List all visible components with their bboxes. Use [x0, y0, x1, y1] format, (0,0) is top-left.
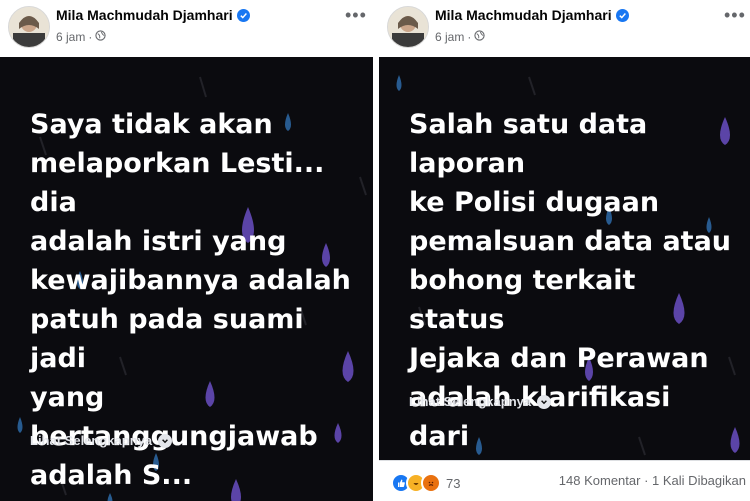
- reactions-summary[interactable]: 73: [391, 473, 460, 493]
- post-meta: 6 jam ·: [435, 30, 485, 44]
- meta-separator: ·: [467, 30, 472, 44]
- chevron-down-icon[interactable]: [537, 394, 552, 409]
- more-options-icon[interactable]: •••: [724, 6, 746, 24]
- post-meta: 6 jam ·: [56, 30, 106, 44]
- shares-count[interactable]: 1 Kali Dibagikan: [652, 473, 746, 488]
- reaction-count[interactable]: 73: [446, 476, 460, 491]
- more-options-icon[interactable]: •••: [345, 6, 367, 24]
- author-name[interactable]: Mila Machmudah Djamhari: [56, 7, 250, 23]
- post-card-left: Mila Machmudah Djamhari 6 jam · ••• Saya…: [0, 0, 373, 501]
- see-more-link[interactable]: Lihat Selengkapnya: [30, 433, 173, 448]
- post-background: Salah satu data laporan ke Polisi dugaan…: [379, 57, 750, 460]
- see-more-label[interactable]: Lihat Selengkapnya: [409, 394, 531, 409]
- angry-icon: [421, 473, 441, 493]
- globe-icon: [95, 30, 106, 44]
- engagement-stats: 148 Komentar · 1 Kali Dibagikan: [559, 473, 746, 488]
- author-name[interactable]: Mila Machmudah Djamhari: [435, 7, 629, 23]
- author-name-text[interactable]: Mila Machmudah Djamhari: [435, 7, 612, 23]
- comments-count[interactable]: 148 Komentar: [559, 473, 641, 488]
- see-more-link[interactable]: Lihat Selengkapnya: [409, 394, 552, 409]
- post-time[interactable]: 6 jam: [56, 30, 85, 44]
- post-background: Saya tidak akan melaporkan Lesti... dia …: [0, 57, 373, 501]
- avatar[interactable]: [8, 6, 50, 48]
- author-name-text[interactable]: Mila Machmudah Djamhari: [56, 7, 233, 23]
- verified-badge-icon: [615, 8, 629, 22]
- verified-badge-icon: [236, 8, 250, 22]
- avatar[interactable]: [387, 6, 429, 48]
- meta-separator: ·: [88, 30, 93, 44]
- chevron-down-icon[interactable]: [158, 433, 173, 448]
- post-footer: 73 148 Komentar · 1 Kali Dibagikan: [379, 460, 750, 501]
- see-more-label[interactable]: Lihat Selengkapnya: [30, 433, 152, 448]
- globe-icon: [474, 30, 485, 44]
- post-card-right: Mila Machmudah Djamhari 6 jam · ••• Sala…: [379, 0, 750, 501]
- post-time[interactable]: 6 jam: [435, 30, 464, 44]
- stats-separator: ·: [644, 473, 649, 488]
- post-header: Mila Machmudah Djamhari 6 jam · •••: [379, 0, 750, 56]
- post-header: Mila Machmudah Djamhari 6 jam · •••: [0, 0, 373, 56]
